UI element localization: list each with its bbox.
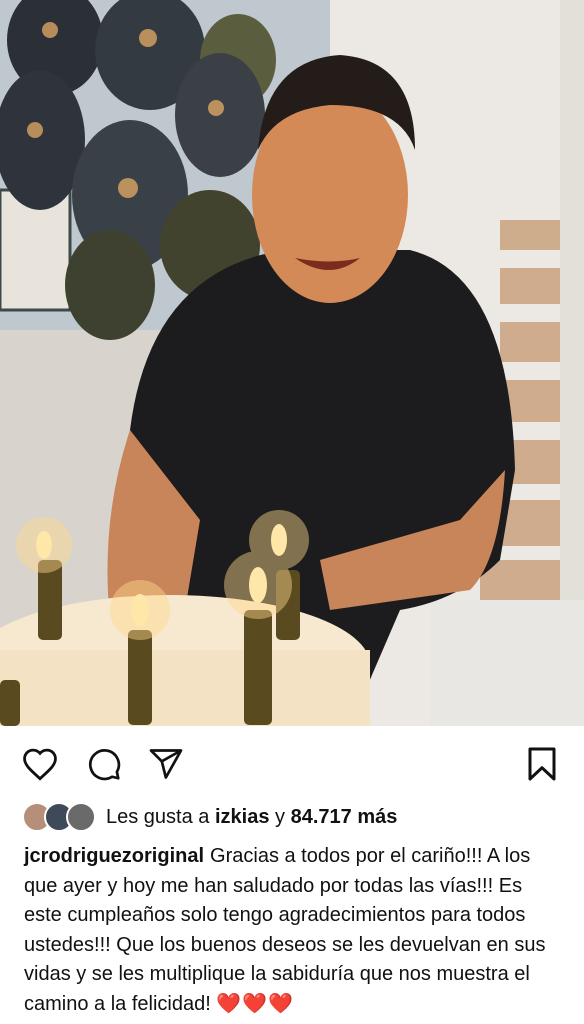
send-icon — [149, 749, 183, 779]
heart-icon — [23, 748, 57, 781]
caption-text: Gracias a todos por el cariño!!! A los q… — [24, 845, 546, 1015]
liker-avatars — [22, 802, 96, 832]
caption-emoji: ❤️❤️❤️ — [216, 992, 295, 1015]
liker-username[interactable]: izkias — [215, 806, 269, 829]
likes-joiner: y — [275, 805, 286, 828]
birthday-photo-illustration — [0, 0, 584, 726]
like-button[interactable] — [20, 744, 60, 784]
post-actions-bar — [0, 726, 584, 802]
caption-username[interactable]: jcrodriguezoriginal — [24, 845, 204, 867]
bookmark-icon — [528, 747, 556, 781]
likes-count[interactable]: 84.717 más — [291, 806, 398, 829]
avatar — [66, 802, 96, 832]
likes-prefix: Les gusta a — [106, 805, 210, 828]
post-photo[interactable] — [0, 0, 584, 726]
comment-button[interactable] — [84, 744, 124, 784]
save-button[interactable] — [522, 744, 562, 784]
comment-icon — [88, 749, 121, 781]
likes-summary[interactable]: Les gusta a izkias y 84.717 más — [22, 800, 397, 834]
post-caption: jcrodriguezoriginal Gracias a todos por e… — [24, 842, 564, 1019]
share-button[interactable] — [146, 744, 186, 784]
